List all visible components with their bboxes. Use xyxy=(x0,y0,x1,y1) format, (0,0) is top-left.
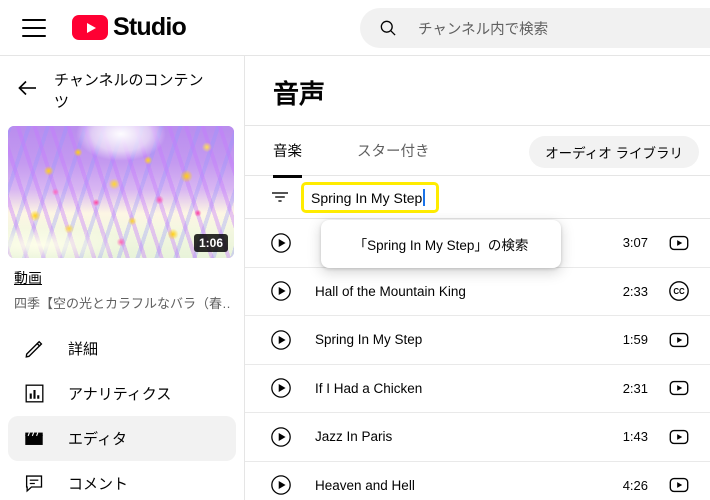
sidebar-item-label: アナリティクス xyxy=(68,386,172,403)
track-duration: 1:43 xyxy=(622,429,648,445)
brand-text: Studio xyxy=(113,13,187,41)
track-search-input[interactable]: Spring In My Step xyxy=(301,182,439,213)
sidebar-item-label: 詳細 xyxy=(68,341,99,358)
clapperboard-icon xyxy=(22,427,46,451)
video-kind-link[interactable]: 動画 xyxy=(14,268,230,288)
video-title: 四季【空の光とカラフルなバラ（春… xyxy=(14,296,230,311)
channel-search-input[interactable]: チャンネル内で検索 xyxy=(360,8,710,48)
tab-starred[interactable]: スター付き xyxy=(357,140,430,175)
sidebar-item-details[interactable]: 詳細 xyxy=(8,326,236,371)
play-icon[interactable] xyxy=(270,280,292,302)
video-duration-badge: 1:06 xyxy=(193,234,228,252)
youtube-studio-window: Studio チャンネル内で検索 チャンネルのコンテンツ 1:06 動画 四季【… xyxy=(0,0,710,500)
search-icon xyxy=(380,20,396,36)
tab-bar: 音楽 スター付き オーディオ ライブラリ xyxy=(245,126,710,178)
filter-row: Spring In My Step xyxy=(245,176,710,219)
youtube-video-icon[interactable] xyxy=(668,426,690,448)
top-header: Studio チャンネル内で検索 xyxy=(0,0,710,56)
track-duration: 4:26 xyxy=(622,477,648,493)
sidebar-item-comments[interactable]: コメント xyxy=(8,461,236,500)
youtube-video-icon[interactable] xyxy=(668,232,690,254)
table-row[interactable]: Spring In My Step 1:59 xyxy=(245,316,710,365)
comment-icon xyxy=(22,472,46,496)
track-search-value: Spring In My Step xyxy=(311,189,423,206)
cc-icon[interactable]: CC xyxy=(668,280,690,302)
play-icon[interactable] xyxy=(270,329,292,351)
table-row[interactable]: If I Had a Chicken 2:31 xyxy=(245,365,710,413)
filter-icon[interactable] xyxy=(270,189,290,205)
sidebar-item-editor[interactable]: エディタ xyxy=(8,416,236,461)
tab-music[interactable]: 音楽 xyxy=(273,140,302,178)
audio-library-button[interactable]: オーディオ ライブラリ xyxy=(529,136,699,168)
pencil-icon xyxy=(22,337,46,361)
play-icon[interactable] xyxy=(270,232,292,254)
track-title: Spring In My Step xyxy=(315,332,423,348)
play-icon[interactable] xyxy=(270,426,292,448)
sidebar-item-label: コメント xyxy=(68,476,129,493)
youtube-video-icon[interactable] xyxy=(668,329,690,351)
track-duration: 1:59 xyxy=(622,332,648,348)
track-title: Hall of the Mountain King xyxy=(315,283,466,299)
track-duration: 3:07 xyxy=(622,235,648,251)
track-title: If I Had a Chicken xyxy=(315,380,423,396)
video-meta: 動画 四季【空の光とカラフルなバラ（春… xyxy=(0,258,244,312)
page-title: 音声 xyxy=(245,56,710,126)
search-suggestion-dropdown[interactable]: 「Spring In My Step」の検索 xyxy=(321,220,561,268)
video-thumbnail[interactable]: 1:06 xyxy=(8,126,234,258)
youtube-video-icon[interactable] xyxy=(668,474,690,496)
track-title: Heaven and Hell xyxy=(315,477,415,493)
sidebar-item-analytics[interactable]: アナリティクス xyxy=(8,371,236,416)
studio-brand-logo[interactable]: Studio xyxy=(72,13,187,42)
youtube-logo-icon xyxy=(72,15,108,40)
channel-search-placeholder: チャンネル内で検索 xyxy=(418,21,549,38)
svg-text:CC: CC xyxy=(673,287,685,296)
main-panel: 音声 音楽 スター付き オーディオ ライブラリ Spring In My Ste… xyxy=(245,56,710,500)
track-duration: 2:33 xyxy=(622,283,648,299)
sidebar-item-label: エディタ xyxy=(68,431,127,448)
left-sidebar: チャンネルのコンテンツ 1:06 動画 四季【空の光とカラフルなバラ（春… 詳細 xyxy=(0,56,245,500)
play-icon[interactable] xyxy=(270,474,292,496)
sidebar-title: チャンネルのコンテンツ xyxy=(54,72,204,111)
track-duration: 2:31 xyxy=(622,380,648,396)
table-row[interactable]: Hall of the Mountain King 2:33 CC xyxy=(245,268,710,316)
table-row[interactable]: Heaven and Hell 4:26 xyxy=(245,462,710,500)
table-row[interactable]: Jazz In Paris 1:43 xyxy=(245,413,710,462)
bar-chart-icon xyxy=(22,382,46,406)
sidebar-header: チャンネルのコンテンツ xyxy=(0,56,244,120)
text-caret xyxy=(423,189,425,206)
sidebar-nav: 詳細 アナリティクス エディタ コメント xyxy=(0,326,244,500)
back-arrow-icon[interactable] xyxy=(16,76,40,100)
hamburger-menu-icon[interactable] xyxy=(22,18,46,37)
play-icon[interactable] xyxy=(270,377,292,399)
track-title: Jazz In Paris xyxy=(315,429,393,445)
youtube-video-icon[interactable] xyxy=(668,377,690,399)
